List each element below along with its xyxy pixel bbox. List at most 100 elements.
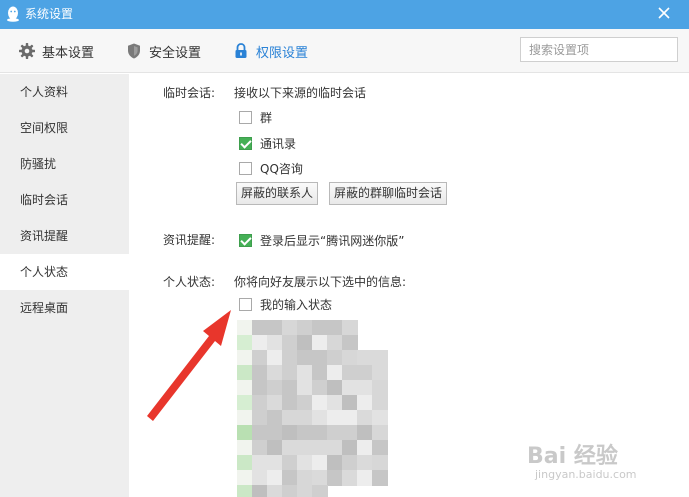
lock-icon (235, 43, 247, 58)
mosaic-cell (312, 320, 328, 336)
mosaic-cell (297, 320, 313, 336)
mosaic-cell (327, 455, 343, 471)
option-input-status[interactable]: 我的输入状态 (239, 296, 332, 312)
qq-penguin-icon (7, 6, 19, 22)
blocked-contacts-button[interactable]: 屏蔽的联系人 (236, 182, 319, 205)
sidebar-item-anti-harassment[interactable]: 防骚扰 (0, 146, 129, 182)
tab-label: 安全设置 (149, 45, 202, 61)
search-input[interactable] (520, 37, 678, 62)
mosaic-cell (282, 470, 298, 486)
personal-status-description: 你将向好友展示以下选中的信息: (234, 275, 407, 289)
sidebar-item-label: 资讯提醒 (20, 229, 69, 243)
mosaic-cell (237, 410, 253, 426)
mosaic-cell (282, 380, 298, 396)
mosaic-cell (327, 380, 343, 396)
mosaic-cell (342, 470, 358, 486)
mosaic-cell (312, 440, 328, 456)
mosaic-cell (267, 425, 283, 441)
option-show-mini-news[interactable]: 登录后显示“腾讯网迷你版” (239, 232, 404, 248)
mosaic-cell (282, 410, 298, 426)
mosaic-cell (342, 410, 358, 426)
mosaic-cell (237, 485, 253, 497)
checkbox-checked[interactable] (239, 233, 252, 247)
mosaic-cell (357, 410, 373, 426)
sidebar-item-space-permission[interactable]: 空间权限 (0, 110, 129, 146)
temp-session-label: 临时会话: (163, 86, 216, 100)
mosaic-cell (372, 410, 388, 426)
mosaic-cell (327, 470, 343, 486)
mosaic-cell (372, 350, 388, 366)
sidebar-item-news-reminder[interactable]: 资讯提醒 (0, 218, 129, 254)
sidebar-item-label: 临时会话 (20, 193, 69, 207)
mosaic-cell (342, 395, 358, 411)
option-group[interactable]: 群 (239, 109, 272, 125)
mosaic-cell (252, 320, 268, 336)
mosaic-cell (297, 365, 313, 381)
settings-content: 临时会话: 接收以下来源的临时会话 群 通讯录 QQ咨询 屏蔽的联系人 屏蔽的群… (129, 74, 689, 497)
sidebar-item-personal-status[interactable]: 个人状态 (0, 254, 129, 290)
checkbox[interactable] (239, 297, 252, 311)
mosaic-cell (252, 410, 268, 426)
mosaic-cell (267, 395, 283, 411)
mosaic-cell (267, 365, 283, 381)
blocked-group-chat-button[interactable]: 屏蔽的群聊临时会话 (329, 182, 448, 205)
mosaic-cell (237, 320, 253, 336)
mosaic-cell (237, 395, 253, 411)
mosaic-cell (297, 395, 313, 411)
temp-session-description: 接收以下来源的临时会话 (234, 86, 367, 100)
checkbox[interactable] (239, 110, 252, 124)
mosaic-cell (252, 455, 268, 471)
sidebar-item-label: 防骚扰 (20, 157, 57, 171)
news-reminder-label: 资讯提醒: (163, 233, 216, 247)
tab-basic-settings[interactable]: 基本设置 (18, 29, 94, 73)
mosaic-cell (237, 440, 253, 456)
mosaic-cell (237, 365, 253, 381)
mosaic-cell (357, 380, 373, 396)
mosaic-cell (297, 410, 313, 426)
mosaic-cell (357, 365, 373, 381)
sidebar-item-remote-desktop[interactable]: 远程桌面 (0, 290, 129, 326)
mosaic-cell (357, 470, 373, 486)
mosaic-cell (312, 365, 328, 381)
mosaic-cell (297, 470, 313, 486)
mosaic-cell (372, 455, 388, 471)
mosaic-cell (267, 380, 283, 396)
mosaic-cell (357, 395, 373, 411)
option-qq-consult[interactable]: QQ咨询 (239, 160, 303, 176)
sidebar-item-profile[interactable]: 个人资料 (0, 74, 129, 110)
mosaic-cell (372, 440, 388, 456)
mosaic-cell (282, 335, 298, 351)
mosaic-cell (282, 485, 298, 497)
close-icon[interactable] (657, 6, 671, 20)
option-label: 登录后显示“腾讯网迷你版” (260, 233, 405, 248)
mosaic-cell (237, 425, 253, 441)
sidebar: 个人资料 空间权限 防骚扰 临时会话 资讯提醒 个人状态 远程桌面 (0, 74, 129, 497)
mosaic-cell (297, 380, 313, 396)
mosaic-cell (372, 365, 388, 381)
mosaic-cell (282, 455, 298, 471)
tab-permission-settings[interactable]: 权限设置 (232, 29, 308, 73)
mosaic-cell (357, 350, 373, 366)
tab-label: 权限设置 (256, 45, 309, 61)
mosaic-cell (297, 350, 313, 366)
mosaic-cell (327, 365, 343, 381)
mosaic-cell (252, 440, 268, 456)
option-label: QQ咨询 (260, 161, 303, 176)
sidebar-item-label: 远程桌面 (20, 301, 69, 315)
mosaic-cell (342, 380, 358, 396)
mosaic-cell (267, 350, 283, 366)
mosaic-cell (252, 470, 268, 486)
sidebar-item-temp-session[interactable]: 临时会话 (0, 182, 129, 218)
mosaic-cell (372, 380, 388, 396)
mosaic-cell (297, 440, 313, 456)
checkbox-checked[interactable] (239, 136, 252, 150)
mosaic-cell (327, 410, 343, 426)
mosaic-cell (312, 425, 328, 441)
sidebar-item-label: 空间权限 (20, 121, 69, 135)
option-contacts[interactable]: 通讯录 (239, 135, 296, 151)
mosaic-cell (282, 425, 298, 441)
tab-security-settings[interactable]: 安全设置 (125, 29, 201, 73)
sidebar-item-label: 个人资料 (20, 85, 69, 99)
checkbox[interactable] (239, 161, 252, 175)
mosaic-cell (237, 350, 253, 366)
